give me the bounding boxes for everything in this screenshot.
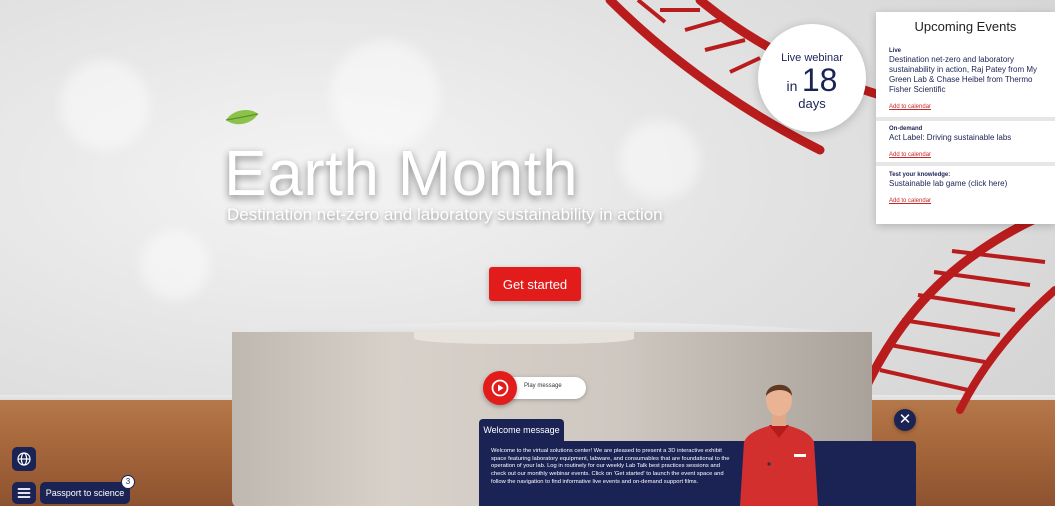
- webinar-countdown: Live webinar in 18 days: [758, 24, 866, 132]
- close-icon[interactable]: ✕: [894, 409, 916, 431]
- countdown-value-row: in 18: [758, 64, 866, 96]
- event-description: Act Label: Driving sustainable labs: [889, 133, 1012, 142]
- event-description: Destination net-zero and laboratory sust…: [889, 55, 1038, 94]
- presenter-video: [740, 384, 818, 506]
- event-divider: [876, 162, 1055, 166]
- upcoming-events-panel: Upcoming Events Live Destination net-zer…: [876, 12, 1055, 224]
- add-to-calendar-link[interactable]: Add to calendar: [889, 152, 931, 158]
- reception-desk-inner: [414, 330, 634, 344]
- leaf-icon: [225, 110, 259, 125]
- play-circle-icon[interactable]: [483, 371, 517, 405]
- event-divider: [876, 117, 1055, 121]
- page-title: Earth Month: [224, 137, 579, 209]
- event-item[interactable]: Live Destination net-zero and laboratory…: [876, 48, 1055, 113]
- welcome-message-text: Welcome to the virtual solutions center!…: [491, 448, 730, 485]
- event-type: Test your knowledge:: [889, 172, 951, 178]
- passport-count-badge: 3: [122, 476, 134, 488]
- event-item[interactable]: On-demand Act Label: Driving sustainable…: [876, 126, 1055, 161]
- events-panel-title: Upcoming Events: [914, 19, 1017, 34]
- get-started-button[interactable]: Get started: [489, 267, 581, 301]
- event-description: Sustainable lab game (click here): [889, 179, 1008, 188]
- event-type: On-demand: [889, 126, 923, 132]
- event-type: Live: [889, 48, 902, 54]
- add-to-calendar-link[interactable]: Add to calendar: [889, 104, 931, 110]
- welcome-message-tab[interactable]: Welcome message: [479, 419, 564, 441]
- hamburger-menu-icon[interactable]: [12, 482, 36, 504]
- play-message-label: Play message: [524, 383, 562, 389]
- countdown-unit: days: [798, 96, 826, 111]
- countdown-number: 18: [801, 62, 838, 98]
- countdown-prefix: in: [786, 78, 798, 94]
- globe-icon[interactable]: [12, 447, 36, 471]
- page-subtitle: Destination net-zero and laboratory sust…: [227, 205, 663, 224]
- passport-to-science-button[interactable]: Passport to science: [40, 482, 130, 504]
- event-item[interactable]: Test your knowledge: Sustainable lab gam…: [876, 172, 1055, 207]
- add-to-calendar-link[interactable]: Add to calendar: [889, 198, 931, 204]
